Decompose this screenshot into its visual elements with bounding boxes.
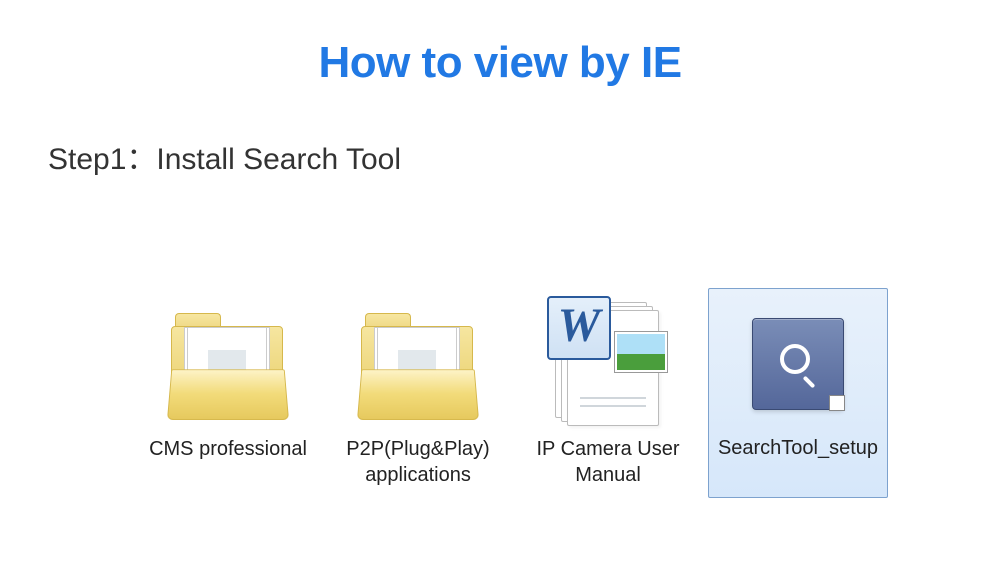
folder-item-cms[interactable]: CMS professional [138, 288, 318, 498]
folder-item-p2p[interactable]: P2P(Plug&Play) applications [328, 288, 508, 498]
step-heading: Step1：Install Search Tool [48, 134, 1000, 178]
folder-icon [158, 300, 298, 430]
item-label: SearchTool_setup [718, 435, 878, 469]
app-item-searchtool[interactable]: SearchTool_setup [708, 288, 888, 498]
item-label: CMS professional [149, 436, 307, 470]
word-document-icon: W [538, 300, 678, 430]
item-label: P2P(Plug&Play) applications [336, 436, 501, 496]
doc-item-manual[interactable]: W IP Camera User Manual [518, 288, 698, 498]
search-app-icon [728, 299, 868, 429]
file-explorer-row: CMS professional P2P(Plug&Play) applicat… [138, 288, 888, 498]
folder-icon [348, 300, 488, 430]
item-label: IP Camera User Manual [526, 436, 691, 496]
page-title: How to view by IE [0, 38, 1000, 88]
